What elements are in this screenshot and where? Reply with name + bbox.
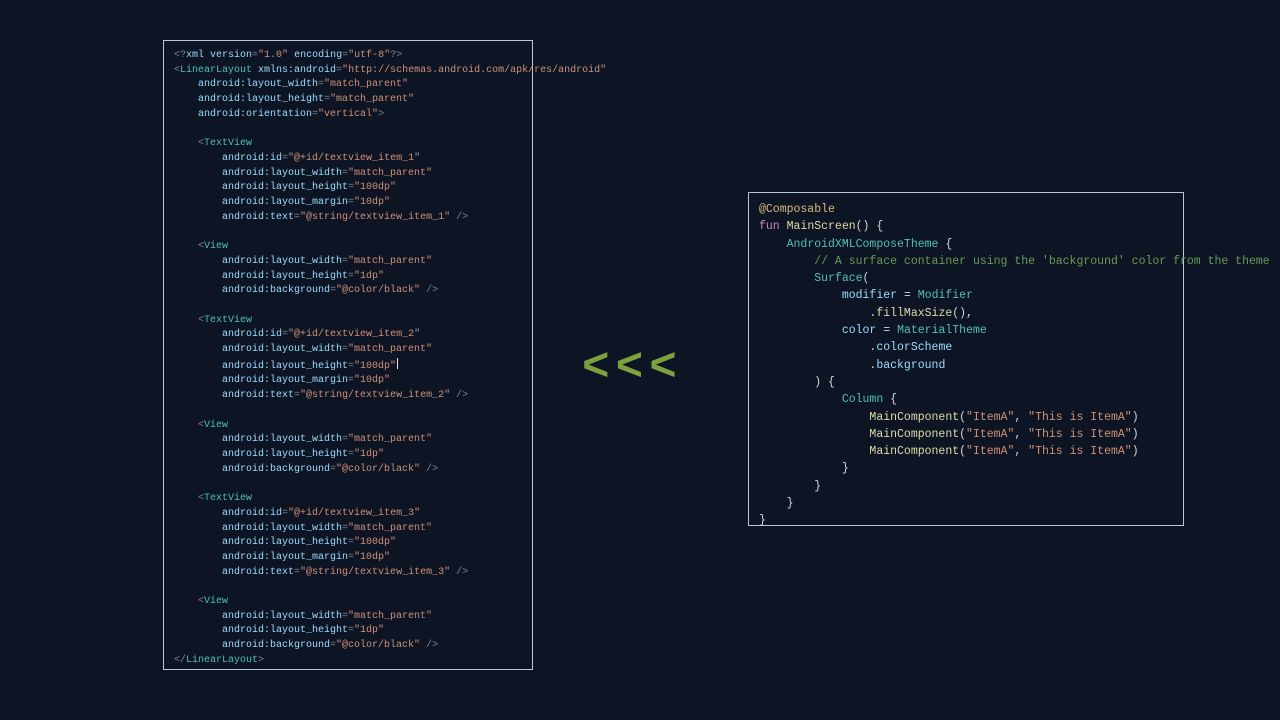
kotlin-code-panel: @Composable fun MainScreen() { AndroidXM… — [748, 192, 1184, 526]
kotlin-code-block: @Composable fun MainScreen() { AndroidXM… — [759, 201, 1173, 530]
xml-code-panel: <?xml version="1.0" encoding="utf-8"?> <… — [163, 40, 533, 670]
slide-stage: <?xml version="1.0" encoding="utf-8"?> <… — [0, 0, 1280, 720]
arrows-icon: <<< — [582, 342, 683, 394]
text-cursor — [397, 358, 398, 369]
xml-code-block: <?xml version="1.0" encoding="utf-8"?> <… — [174, 49, 522, 669]
